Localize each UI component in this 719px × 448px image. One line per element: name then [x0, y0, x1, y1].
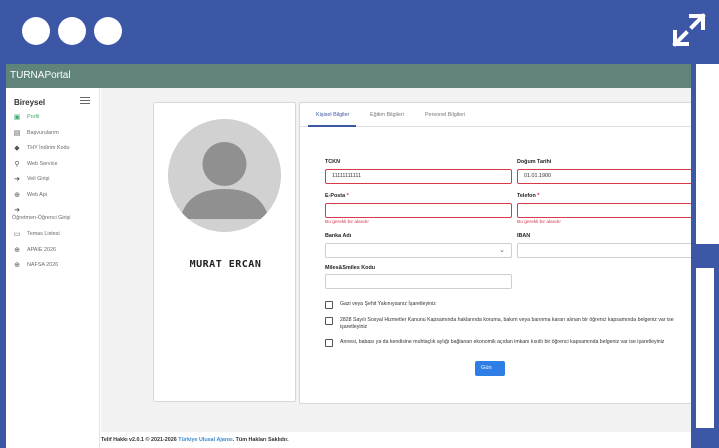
checkbox-label: Gazi veya Şehit Yakınıysanız İşaretleyin…: [340, 301, 436, 307]
window-titlebar: [0, 0, 719, 64]
checkbox-2828-sayili[interactable]: 2828 Sayılı Sosyal Hizmetler Kanunu Kaps…: [325, 317, 691, 331]
phone-error: Bu gerekli bir alandır: [517, 220, 561, 225]
sidebar-item-temas-listesi[interactable]: ▭ Temas Listesi: [12, 231, 98, 247]
sidebar-item-label: Veli Girişi: [27, 176, 50, 182]
footer: Telif Hakkı v2.0.1 © 2021-2026 Türkiye U…: [101, 432, 691, 448]
required-mark: *: [346, 193, 349, 199]
window-controls: [22, 17, 122, 45]
sidebar-header: Bireysel: [14, 98, 46, 107]
background-window-edge: [696, 64, 719, 244]
sidebar-item-label: APAIE 2026: [27, 246, 56, 253]
globe-icon: ⊕: [14, 246, 20, 254]
checkbox-label: 2828 Sayılı Sosyal Hizmetler Kanunu Kaps…: [340, 317, 674, 330]
sidebar-item-thy-indirim-kodu[interactable]: ◆ THY İndirim Kodu: [12, 145, 98, 161]
tab-bar: Kişisel Bilgiler Eğitim Bilgileri Person…: [300, 103, 691, 127]
sidebar-item-profil[interactable]: ▣ Profil: [12, 114, 98, 130]
checkbox[interactable]: [325, 301, 333, 309]
dob-label: Doğum Tarihi: [517, 159, 552, 165]
sidebar-item-label: Temas Listesi: [27, 231, 60, 237]
sidebar-item-label: Web Api: [27, 191, 47, 198]
id-card-icon: ▣: [13, 114, 21, 121]
tag-icon: ◆: [14, 145, 20, 152]
globe-icon: ⊕: [14, 191, 20, 199]
window-dot-1[interactable]: [22, 17, 50, 45]
bank-label: Banka Adı: [325, 233, 352, 239]
window-dot-2[interactable]: [58, 17, 86, 45]
sidebar-item-basvurularim[interactable]: ▤ Başvurularım: [12, 130, 98, 146]
window-dot-3[interactable]: [94, 17, 122, 45]
tab-kisisel-bilgiler[interactable]: Kişisel Bilgiler: [316, 112, 349, 118]
hamburger-icon[interactable]: [80, 97, 90, 105]
email-label: E-Posta *: [325, 193, 349, 199]
sidebar-item-ogretmen-ogrenci-girisi[interactable]: ➜ Öğretmen-Öğrenci Girişi: [12, 207, 98, 231]
sidebar-item-label: Profil: [27, 114, 40, 120]
sidebar-menu: ▣ Profil ▤ Başvurularım ◆ THY İndirim Ko…: [12, 114, 98, 278]
sidebar-item-label: NAFSA 2026: [27, 262, 59, 268]
profile-name: MURAT ERCAN: [189, 259, 262, 270]
email-field[interactable]: [325, 203, 512, 218]
checkbox-gazi-sehit[interactable]: Gazi veya Şehit Yakınıysanız İşaretleyin…: [325, 301, 691, 309]
tckn-label: TCKN: [325, 159, 340, 165]
expand-arrows-icon[interactable]: [671, 12, 707, 48]
phone-label-text: Telefon: [517, 193, 536, 199]
sidebar-item-label: Web Service: [27, 160, 58, 167]
miles-field[interactable]: [325, 274, 512, 289]
user-avatar-icon: [168, 119, 281, 232]
dob-field[interactable]: 01.01.1900: [517, 169, 691, 184]
required-mark: *: [537, 193, 540, 199]
clipboard-icon: ▤: [13, 129, 21, 137]
sidebar-item-veli-girisi[interactable]: ➜ Veli Girişi: [12, 176, 98, 192]
chevron-down-icon: ⌄: [499, 247, 505, 254]
tckn-field[interactable]: 11111111111: [325, 169, 512, 184]
app-bar: TURNAPortal: [6, 64, 691, 88]
sidebar-item-apaie-2026[interactable]: ⊕ APAIE 2026: [12, 247, 98, 263]
sidebar-item-label: Başvurularım: [27, 129, 59, 136]
checkbox-label: Annesi, babası ya da kendisine muhtaçlık…: [340, 339, 665, 345]
iban-field[interactable]: [517, 243, 691, 258]
tab-egitim-bilgileri[interactable]: Eğitim Bilgileri: [370, 112, 404, 118]
sign-in-icon: ➜: [14, 176, 20, 183]
tab-personel-bilgileri[interactable]: Personel Bilgileri: [425, 112, 465, 118]
app-title[interactable]: TURNAPortal: [10, 70, 71, 81]
sidebar: Bireysel ▣ Profil ▤ Başvurularım ◆ THY İ…: [6, 88, 100, 448]
footer-rights: . Tüm Hakları Saklıdır.: [232, 437, 289, 443]
sidebar-item-label: Öğretmen-Öğrenci Girişi: [12, 215, 71, 221]
browser-viewport: TURNAPortal Bireysel ▣ Profil ▤ Başvurul…: [6, 64, 691, 448]
iban-label: IBAN: [517, 233, 531, 239]
active-tab-indicator: [308, 125, 356, 127]
footer-link[interactable]: Türkiye Ulusal Ajansı: [178, 437, 232, 443]
bank-select[interactable]: ⌄: [325, 243, 512, 258]
checkbox[interactable]: [325, 339, 333, 347]
email-label-text: E-Posta: [325, 193, 346, 199]
main-content: MURAT ERCAN Kişisel Bilgiler Eğitim Bilg…: [101, 88, 691, 433]
sidebar-item-web-service[interactable]: ⚲ Web Service: [12, 161, 98, 177]
profile-form-card: Kişisel Bilgiler Eğitim Bilgileri Person…: [299, 102, 691, 404]
phone-label: Telefon *: [517, 193, 539, 199]
sidebar-item-web-api[interactable]: ⊕ Web Api: [12, 192, 98, 208]
contact-card-icon: ▭: [13, 231, 21, 238]
sidebar-item-nafsa-2026[interactable]: ⊕ NAFSA 2026: [12, 262, 98, 278]
sign-in-icon: ➜: [14, 207, 20, 214]
checkbox[interactable]: [325, 317, 333, 325]
background-window-edge: [696, 268, 714, 428]
miles-label: Miles&Smiles Kodu: [325, 265, 376, 271]
save-button[interactable]: Gün: [475, 361, 505, 376]
profile-card: MURAT ERCAN: [153, 102, 296, 402]
sidebar-item-label: THY İndirim Kodu: [27, 145, 70, 151]
globe-icon: ⊕: [14, 262, 20, 269]
plug-icon: ⚲: [14, 160, 20, 168]
email-error: Bu gerekli bir alandır: [325, 220, 369, 225]
phone-field[interactable]: [517, 203, 691, 218]
footer-copyright: Telif Hakkı v2.0.1 © 2021-2026: [101, 437, 177, 443]
checkbox-muhtaclik-ayligi[interactable]: Annesi, babası ya da kendisine muhtaçlık…: [325, 339, 691, 347]
